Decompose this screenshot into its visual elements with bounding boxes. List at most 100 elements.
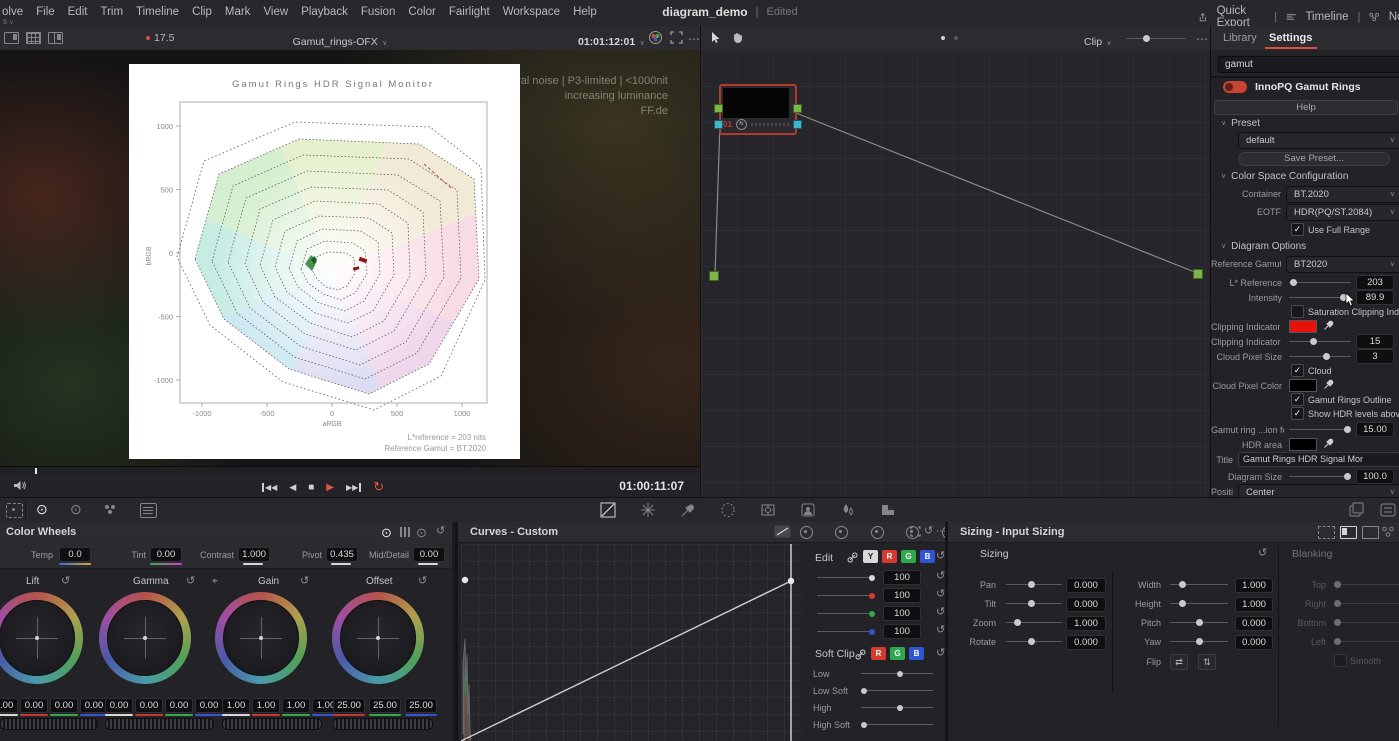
contrast-value[interactable]: 1.000	[238, 547, 270, 562]
menu-mark[interactable]: Mark	[225, 6, 251, 18]
g-gain-value[interactable]: 100	[883, 606, 921, 621]
channel-y-button[interactable]: Y	[863, 550, 878, 563]
slider-thumb[interactable]	[897, 671, 903, 677]
rotate-value[interactable]: 0.000	[1066, 635, 1106, 650]
pitch-slider[interactable]	[1170, 622, 1228, 623]
ring-hdr-slider[interactable]	[1289, 429, 1351, 430]
gallery-dot-active[interactable]	[941, 36, 945, 40]
lift-r-value[interactable]: 0.00	[20, 698, 48, 713]
custom-curves-icon[interactable]	[600, 502, 616, 518]
menu-fairlight[interactable]: Fairlight	[449, 6, 490, 18]
wheel-crosshair-icon[interactable]: ⌖	[212, 576, 218, 587]
cloud-checkbox[interactable]	[1291, 364, 1304, 377]
project-mini-dropdown[interactable]: s ∨	[3, 17, 14, 26]
section-preset[interactable]: Preset	[1221, 118, 1260, 129]
menu-workspace[interactable]: Workspace	[503, 6, 560, 18]
blur-icon[interactable]	[840, 502, 856, 518]
link-channels-icon[interactable]	[847, 552, 858, 563]
hdr-wheels-palette-icon[interactable]: ⊙	[70, 501, 82, 518]
rgb-mixer-palette-icon[interactable]	[140, 503, 157, 518]
gamma-reset-icon[interactable]: ↺	[186, 576, 195, 587]
reference-gamut-dropdown[interactable]: BT2020	[1286, 256, 1399, 273]
slider-thumb[interactable]	[1334, 581, 1341, 588]
power-window-icon[interactable]	[720, 502, 736, 518]
soft-clip-r-button[interactable]: R	[871, 647, 886, 660]
curves-reset-icon[interactable]: ↺	[924, 526, 933, 537]
cloud-pixel-size-value[interactable]: 3	[1356, 349, 1394, 364]
gain-trackball[interactable]	[223, 600, 299, 676]
output-node-port[interactable]	[1193, 269, 1203, 279]
gallery-dot-inactive[interactable]	[954, 36, 958, 40]
full-range-checkbox[interactable]	[1291, 223, 1304, 236]
node-more-icon[interactable]: ⋯	[1196, 33, 1208, 45]
corrector-node[interactable]: 01 fx	[719, 84, 797, 135]
pan-value[interactable]: 0.000	[1066, 578, 1106, 593]
viewer-grid-icon[interactable]	[26, 32, 41, 44]
rings-outline-checkbox[interactable]	[1291, 393, 1304, 406]
hdr-mode-icon[interactable]: ⊙	[416, 525, 427, 541]
timeline-button[interactable]: Timeline	[1305, 11, 1348, 23]
ring-hdr-value[interactable]: 15.00	[1356, 422, 1394, 437]
slider-thumb[interactable]	[1334, 619, 1341, 626]
hand-tool-icon[interactable]	[731, 31, 744, 44]
menu-playback[interactable]: Playback	[301, 6, 348, 18]
slider-thumb[interactable]	[1014, 619, 1021, 626]
width-slider[interactable]	[1170, 584, 1228, 585]
audio-mute-icon[interactable]	[13, 479, 26, 492]
viewer-single-icon[interactable]	[4, 32, 19, 44]
slider-thumb[interactable]	[1179, 581, 1186, 588]
b-gain-reset-icon[interactable]: ↺	[936, 625, 945, 636]
menu-timeline[interactable]: Timeline	[136, 6, 179, 18]
low-soft-slider[interactable]	[861, 690, 933, 691]
slider-thumb[interactable]	[1323, 353, 1330, 360]
node-selector[interactable]: Gamut_rings-OFX ∨	[240, 32, 440, 50]
smooth-checkbox[interactable]	[1334, 654, 1347, 667]
pan-slider[interactable]	[1006, 584, 1062, 585]
soft-clip-b-button[interactable]: B	[909, 647, 924, 660]
channel-b-button[interactable]: B	[920, 550, 935, 563]
gamma-trackball[interactable]	[107, 600, 183, 676]
pitch-value[interactable]: 0.000	[1235, 616, 1273, 631]
flip-horizontal-icon[interactable]: ⇄	[1170, 654, 1188, 670]
yaw-slider[interactable]	[1170, 641, 1228, 642]
zoom-value[interactable]: 1.000	[1066, 616, 1106, 631]
menu-clip[interactable]: Clip	[192, 6, 212, 18]
blanking-left-slider[interactable]	[1334, 641, 1399, 642]
play-icon[interactable]: ▶	[326, 482, 334, 493]
tab-library[interactable]: Library	[1223, 32, 1257, 44]
cloud-pixel-size-slider[interactable]	[1289, 356, 1351, 357]
offset-wheel[interactable]	[332, 592, 424, 684]
section-color-space[interactable]: Color Space Configuration	[1221, 171, 1348, 182]
lift-g-value[interactable]: 0.00	[50, 698, 78, 713]
slider-thumb[interactable]	[861, 688, 867, 694]
skip-end-icon[interactable]: ▶▶	[346, 483, 361, 492]
saturation-clipping-checkbox[interactable]	[1291, 305, 1304, 318]
pivot-value[interactable]: 0.435	[326, 547, 358, 562]
tab-settings[interactable]: Settings	[1269, 32, 1312, 44]
gain-reset-icon[interactable]: ↺	[300, 576, 309, 587]
skip-start-icon[interactable]: ◀◀	[262, 483, 277, 492]
offset-g-value[interactable]: 25.00	[369, 698, 401, 713]
tilt-value[interactable]: 0.000	[1066, 597, 1106, 612]
b-gain-slider[interactable]	[817, 631, 875, 632]
offset-r-value[interactable]: 25.00	[333, 698, 365, 713]
offset-master-wheel[interactable]	[333, 718, 433, 730]
curves-more-icon[interactable]: ⋯	[936, 527, 945, 537]
slider-thumb[interactable]	[869, 593, 875, 599]
menu-file[interactable]: File	[36, 6, 55, 18]
stop-icon[interactable]: ■	[308, 482, 314, 493]
clipping-color-swatch[interactable]	[1289, 320, 1317, 333]
lift-master-wheel[interactable]	[0, 718, 98, 730]
custom-curve-mode-icon[interactable]	[774, 525, 791, 538]
offset-reset-icon[interactable]: ↺	[418, 576, 427, 587]
y-gain-reset-icon[interactable]: ↺	[936, 571, 945, 582]
r-gain-value[interactable]: 100	[883, 588, 921, 603]
intensity-value[interactable]: 89.9	[1356, 290, 1394, 305]
node-key-output[interactable]	[793, 120, 802, 129]
hsl-qualifier-icon[interactable]	[640, 502, 656, 518]
slider-thumb[interactable]	[1334, 638, 1341, 645]
gain-g-value[interactable]: 1.00	[282, 698, 310, 713]
plugin-enable-toggle[interactable]	[1223, 81, 1247, 93]
r-gain-reset-icon[interactable]: ↺	[936, 589, 945, 600]
diagram-size-slider[interactable]	[1289, 476, 1351, 477]
